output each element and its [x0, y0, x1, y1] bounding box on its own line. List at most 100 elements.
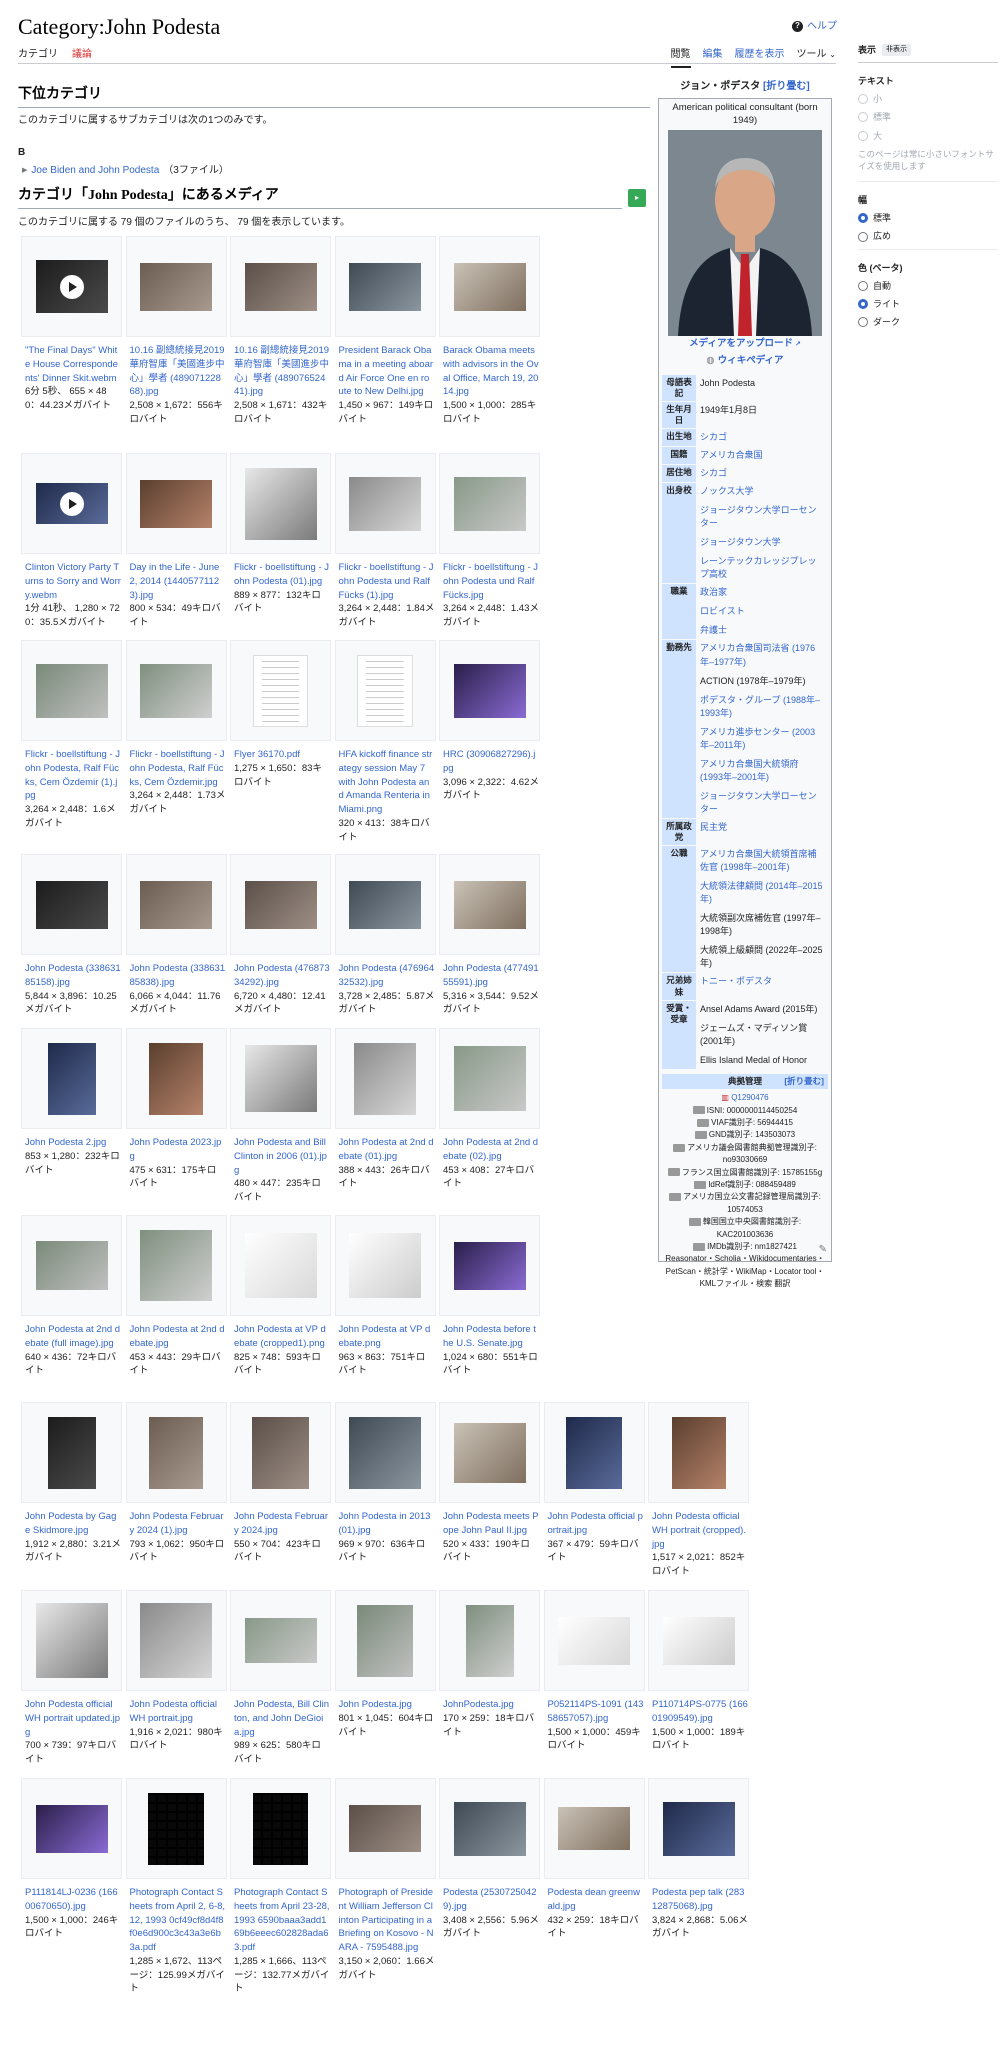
tab-read[interactable]: 閲覧 [670, 48, 691, 68]
file-name-link[interactable]: John Podesta (47687334292).jpg [234, 962, 330, 990]
infobox-value-link[interactable]: アメリカ合衆国司法省 (1976年–1977年) [700, 642, 824, 668]
infobox-value-link[interactable]: ジョージタウン大学ローセンター [700, 504, 824, 530]
tab-talk[interactable]: 議論 [72, 48, 92, 62]
file-name-link[interactable]: John Podesta in 2013 (01).jpg [339, 1510, 435, 1538]
file-thumbnail[interactable] [439, 1028, 540, 1129]
file-thumbnail[interactable] [334, 1215, 436, 1316]
file-thumbnail[interactable] [439, 1778, 540, 1879]
file-thumbnail[interactable] [21, 640, 122, 741]
radio-text-standard[interactable] [858, 112, 868, 123]
file-name-link[interactable]: John Podesta official WH portrait.jpg [130, 1698, 226, 1726]
file-name-link[interactable]: John Podesta, Bill Clinton, and John DeG… [234, 1698, 330, 1739]
radio-color-dark[interactable] [858, 317, 868, 328]
authority-id-line[interactable]: アメリカ議会図書館典拠管理識別子: no93030669 [662, 1142, 828, 1167]
file-thumbnail[interactable] [125, 453, 227, 554]
file-name-link[interactable]: John Podesta by Gage Skidmore.jpg [25, 1510, 121, 1538]
file-thumbnail[interactable] [230, 1215, 331, 1316]
file-name-link[interactable]: John Podesta and Bill Clinton in 2006 (0… [234, 1136, 330, 1177]
file-thumbnail[interactable] [648, 1778, 749, 1879]
file-thumbnail[interactable] [648, 1402, 749, 1503]
file-thumbnail[interactable] [21, 1215, 122, 1316]
authority-id-line[interactable]: IMDb識別子: nm1827421 [662, 1241, 828, 1253]
file-name-link[interactable]: Podesta dean greenwald.jpg [548, 1886, 644, 1914]
file-name-link[interactable]: John Podesta official WH portrait (cropp… [652, 1510, 748, 1551]
file-thumbnail[interactable] [439, 1402, 540, 1503]
file-name-link[interactable]: P110714PS-0775 (16601909549).jpg [652, 1698, 748, 1726]
file-name-link[interactable]: John Podesta at 2nd debate.jpg [130, 1323, 226, 1351]
file-name-link[interactable]: John Podesta at 2nd debate (02).jpg [443, 1136, 539, 1164]
file-thumbnail[interactable] [334, 640, 436, 741]
file-name-link[interactable]: Flickr - boellstiftung - John Podesta un… [339, 561, 435, 602]
file-thumbnail[interactable] [230, 1028, 331, 1129]
file-thumbnail[interactable] [439, 453, 540, 554]
file-thumbnail[interactable] [125, 640, 227, 741]
infobox-value-link[interactable]: ジョージタウン大学 [700, 536, 824, 549]
radio-text-small[interactable] [858, 94, 868, 105]
expand-triangle-icon[interactable]: ▶ [22, 166, 27, 175]
file-name-link[interactable]: John Podesta (47696432532).jpg [339, 962, 435, 990]
file-thumbnail[interactable] [230, 854, 331, 955]
file-thumbnail[interactable] [439, 1215, 540, 1316]
file-name-link[interactable]: "The Final Days" White House Corresponde… [25, 344, 121, 385]
file-thumbnail[interactable] [230, 640, 331, 741]
file-thumbnail[interactable] [125, 1028, 227, 1129]
file-thumbnail[interactable] [21, 1590, 122, 1691]
tab-history[interactable]: 履歴を表示 [735, 48, 785, 68]
file-name-link[interactable]: 10.16 副總統接見2019華府智庫「美國進步中心」學者 (489076524… [234, 344, 330, 399]
authority-id-line[interactable]: 韓国国立中央図書館識別子: KAC201003636 [662, 1216, 828, 1241]
file-name-link[interactable]: Day in the Life - June 2, 2014 (14405771… [130, 561, 226, 602]
file-name-link[interactable]: Photograph Contact Sheets from April 2, … [130, 1886, 226, 1955]
file-name-link[interactable]: P052114PS-1091 (14358657057).jpg [548, 1698, 644, 1726]
radio-width-standard[interactable] [858, 213, 868, 224]
file-name-link[interactable]: John Podesta February 2024.jpg [234, 1510, 330, 1538]
file-name-link[interactable]: Clinton Victory Party Turns to Sorry and… [25, 561, 121, 602]
file-name-link[interactable]: John Podesta official portrait.jpg [548, 1510, 644, 1538]
file-name-link[interactable]: 10.16 副總統接見2019華府智庫「美國進步中心」學者 (489071228… [130, 344, 226, 399]
file-name-link[interactable]: John Podesta 2023.jpg [130, 1136, 226, 1164]
file-name-link[interactable]: Flickr - boellstiftung - John Podesta (0… [234, 561, 330, 589]
infobox-value-link[interactable]: シカゴ [700, 467, 824, 480]
infobox-value-link[interactable]: アメリカ進歩センター (2003年–2011年) [700, 726, 824, 752]
infobox-value-link[interactable]: アメリカ合衆国大統領府 (1993年–2001年) [700, 758, 824, 784]
infobox-value-link[interactable]: シカゴ [700, 431, 824, 444]
infobox-value-link[interactable]: 弁護士 [700, 624, 824, 637]
radio-width-wide[interactable] [858, 231, 868, 242]
file-thumbnail[interactable] [334, 1590, 436, 1691]
upload-media-link[interactable]: メディアをアップロード [689, 338, 801, 349]
authority-id-line[interactable]: フランス国立図書館識別子: 15785155g [662, 1167, 828, 1179]
file-name-link[interactable]: Photograph Contact Sheets from April 23-… [234, 1886, 330, 1955]
file-name-link[interactable]: John Podesta.jpg [339, 1698, 435, 1712]
authority-id-line[interactable]: Reasonator・Scholia・Wikidocumentaries・Pet… [662, 1253, 828, 1290]
file-thumbnail[interactable] [125, 1590, 227, 1691]
file-name-link[interactable]: John Podesta at VP debate (cropped1).png [234, 1323, 330, 1351]
file-thumbnail[interactable] [543, 1402, 645, 1503]
file-name-link[interactable]: Podesta (25307250429).jpg [443, 1886, 539, 1914]
file-name-link[interactable]: John Podesta official WH portrait update… [25, 1698, 121, 1739]
file-name-link[interactable]: Flickr - boellstiftung - John Podesta, R… [130, 748, 226, 789]
file-thumbnail[interactable] [125, 236, 227, 337]
tab-category[interactable]: カテゴリ [18, 48, 58, 62]
file-name-link[interactable]: John Podesta at 2nd debate (01).jpg [339, 1136, 435, 1164]
file-name-link[interactable]: John Podesta February 2024 (1).jpg [130, 1510, 226, 1538]
infobox-value-link[interactable]: ノックス大学 [700, 485, 824, 498]
authority-id-line[interactable]: VIAF識別子: 56944415 [662, 1117, 828, 1129]
wikidata-q-link[interactable]: Q1290476 [731, 1093, 768, 1102]
file-thumbnail[interactable] [439, 854, 540, 955]
file-name-link[interactable]: John Podesta 2.jpg [25, 1136, 121, 1150]
authority-id-line[interactable]: IdRef識別子: 088459489 [662, 1179, 828, 1191]
infobox-value-link[interactable]: アメリカ合衆国 [700, 449, 824, 462]
authority-id-line[interactable]: ISNI: 0000000114450254 [662, 1105, 828, 1117]
file-thumbnail[interactable] [230, 1402, 331, 1503]
authority-id-line[interactable]: アメリカ国立公文書記録管理局識別子: 10574053 [662, 1191, 828, 1216]
wikipedia-link[interactable]: ウィキペディア [718, 355, 784, 368]
file-name-link[interactable]: John Podesta at VP debate.png [339, 1323, 435, 1351]
infobox-value-link[interactable]: 民主党 [700, 821, 824, 834]
file-thumbnail[interactable] [334, 236, 436, 337]
infobox-value-link[interactable]: 政治家 [700, 586, 824, 599]
tab-tools[interactable]: ツール ⌄ [797, 48, 836, 68]
file-thumbnail[interactable] [334, 1778, 436, 1879]
file-thumbnail[interactable] [648, 1590, 749, 1691]
radio-text-large[interactable] [858, 130, 868, 141]
file-thumbnail[interactable] [543, 1590, 645, 1691]
file-name-link[interactable]: President Barack Obama in a meeting aboa… [339, 344, 435, 399]
